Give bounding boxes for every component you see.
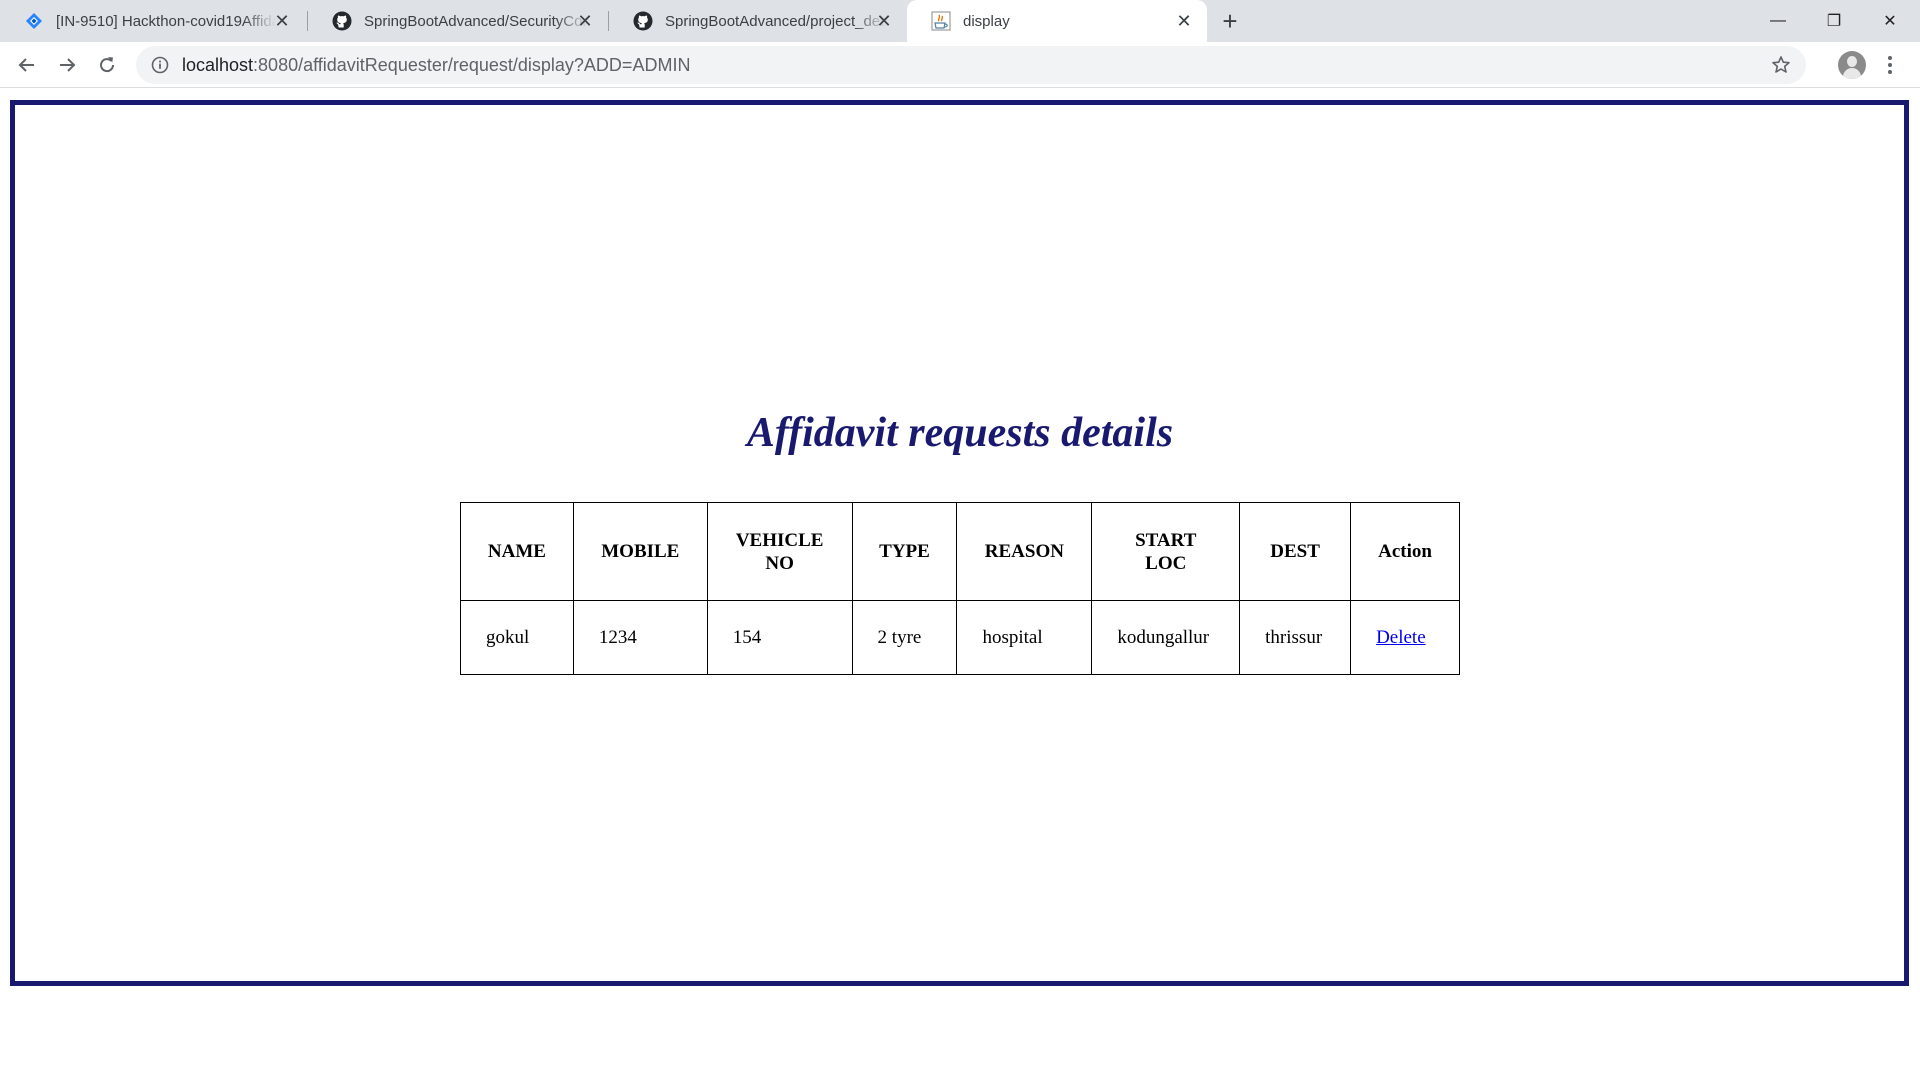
column-header-action: Action — [1350, 502, 1460, 601]
info-icon[interactable] — [150, 55, 170, 75]
browser-toolbar: localhost:8080/affidavitRequester/reques… — [0, 42, 1920, 88]
url-text: localhost:8080/affidavitRequester/reques… — [182, 55, 690, 76]
column-header-reason: REASON — [956, 502, 1093, 601]
close-icon[interactable]: ✕ — [1175, 12, 1193, 30]
browser-menu-icon[interactable] — [1880, 52, 1900, 78]
tab-github-project-details[interactable]: SpringBootAdvanced/project_details ✕ — [609, 0, 907, 42]
close-icon[interactable]: ✕ — [273, 12, 291, 30]
table-row: gokul 1234 154 2 tyre hospital kodungall… — [460, 600, 1460, 675]
cell-name: gokul — [460, 600, 574, 675]
tab-display[interactable]: display ✕ — [907, 0, 1207, 42]
close-icon[interactable]: ✕ — [875, 12, 893, 30]
address-bar[interactable]: localhost:8080/affidavitRequester/reques… — [136, 46, 1806, 84]
tab-title: SpringBootAdvanced/SecurityConfig — [364, 12, 589, 30]
page-title: Affidavit requests details — [746, 410, 1174, 456]
close-window-button[interactable]: ✕ — [1862, 0, 1918, 42]
tab-title: [IN-9510] Hackthon-covid19Affidavit — [56, 12, 276, 30]
page-content: Affidavit requests details NAME MOBILE V… — [0, 89, 1920, 1080]
avatar-body — [1843, 68, 1861, 79]
new-tab-button[interactable]: + — [1216, 7, 1244, 35]
column-header-name: NAME — [460, 502, 574, 601]
minimize-icon: — — [1770, 12, 1786, 29]
url-host: localhost — [182, 54, 254, 75]
close-icon[interactable]: ✕ — [576, 12, 594, 30]
cell-action: Delete — [1350, 600, 1460, 675]
cell-mobile: 1234 — [572, 600, 708, 675]
close-icon: ✕ — [1883, 13, 1897, 30]
reload-button[interactable] — [91, 49, 123, 81]
plus-icon: + — [1222, 6, 1238, 36]
arrow-right-icon — [60, 58, 76, 72]
cell-reason: hospital — [956, 600, 1093, 675]
delete-link[interactable]: Delete — [1376, 627, 1426, 648]
tab-jira[interactable]: [IN-9510] Hackthon-covid19Affidavit ✕ — [0, 0, 305, 42]
tab-title: SpringBootAdvanced/project_details — [665, 12, 887, 30]
restore-icon: ❐ — [1826, 13, 1842, 30]
table-header-row: NAME MOBILE VEHICLE NO TYPE REASON START… — [460, 502, 1460, 601]
java-coffee-icon — [931, 11, 951, 31]
cell-vehicle-no: 154 — [706, 600, 853, 675]
back-button[interactable] — [11, 49, 43, 81]
column-header-start-loc: START LOC — [1091, 502, 1241, 601]
tab-title: display — [963, 12, 1010, 30]
column-header-type: TYPE — [851, 502, 958, 601]
cell-start-loc: kodungallur — [1091, 600, 1241, 675]
column-header-dest: DEST — [1239, 502, 1352, 601]
avatar-head — [1847, 56, 1857, 67]
tab-github-securityconfig[interactable]: SpringBootAdvanced/SecurityConfig ✕ — [308, 0, 608, 42]
column-header-vehicle-no: VEHICLE NO — [706, 502, 853, 601]
url-path: :8080/affidavitRequester/request/display… — [253, 54, 691, 75]
profile-avatar[interactable] — [1838, 51, 1866, 79]
jira-icon — [24, 11, 44, 31]
cell-dest: thrissur — [1239, 600, 1352, 675]
forward-button[interactable] — [51, 49, 83, 81]
github-icon — [332, 11, 352, 31]
cell-type: 2 tyre — [851, 600, 958, 675]
bookmark-star-icon[interactable] — [1770, 54, 1792, 76]
github-icon — [633, 11, 653, 31]
arrow-left-icon — [18, 58, 34, 72]
minimize-button[interactable]: — — [1750, 0, 1806, 42]
reload-icon — [100, 57, 115, 73]
browser-tab-strip: [IN-9510] Hackthon-covid19Affidavit ✕ Sp… — [0, 0, 1920, 42]
restore-button[interactable]: ❐ — [1806, 0, 1862, 42]
column-header-mobile: MOBILE — [572, 502, 708, 601]
affidavit-requests-table: NAME MOBILE VEHICLE NO TYPE REASON START… — [460, 502, 1460, 675]
